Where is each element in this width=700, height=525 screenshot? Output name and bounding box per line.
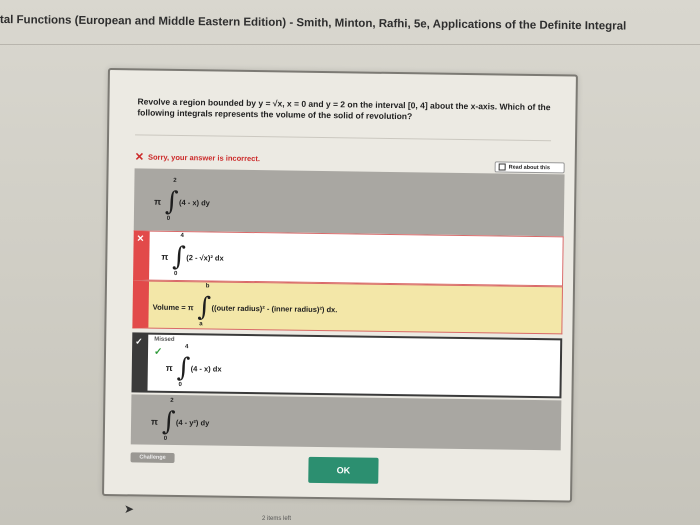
question-text: Revolve a region bounded by y = √x, x = … — [137, 96, 551, 122]
correct-mark-icon: ✓ — [135, 336, 143, 347]
challenge-button[interactable]: Challenge — [130, 452, 175, 463]
lower-limit: 0 — [163, 435, 168, 442]
question-card: Revolve a region bounded by y = √x, x = … — [102, 68, 578, 503]
volume-formula: Volume = π ∫ b a ((outer radius)² - (inn… — [152, 283, 338, 328]
items-left-count: 2 items left — [262, 516, 292, 522]
check-icon: ✓ — [153, 346, 163, 358]
read-about-this-button[interactable]: Read about this — [494, 161, 565, 174]
volume-prefix: Volume = π — [152, 302, 194, 312]
lower-limit: a — [199, 321, 203, 328]
feedback-text: Sorry, your answer is incorrect. — [147, 152, 261, 164]
integrand: (4 - x) dx — [190, 363, 222, 374]
ok-button[interactable]: OK — [308, 456, 379, 484]
integral-sign-icon: ∫ 4 0 — [176, 344, 191, 389]
integrand: (4 - y²) dy — [175, 417, 210, 427]
integral-expression: π ∫ 4 0 (4 - x) dx — [165, 344, 222, 389]
integral-expression: π ∫ 2 0 (4 - y²) dy — [150, 397, 210, 442]
upper-limit: 4 — [184, 344, 189, 351]
lower-limit: 0 — [173, 270, 178, 277]
answer-option-b-selected[interactable]: ✕ π ∫ 4 0 (2 - √x)² dx — [133, 230, 564, 287]
feedback-message: ✕ Sorry, your answer is incorrect. — [135, 150, 260, 165]
header-divider — [0, 44, 700, 45]
book-icon — [498, 163, 506, 171]
upper-limit: b — [205, 283, 210, 290]
pi-symbol: π — [150, 416, 159, 427]
upper-limit: 2 — [173, 177, 177, 184]
answer-option-a[interactable]: π ∫ 2 0 (4 - x) dy — [133, 168, 565, 237]
integral-sign-icon: ∫ 2 0 — [161, 397, 176, 442]
incorrect-x-icon: ✕ — [134, 151, 145, 164]
integral-sign-icon: ∫ 2 0 — [164, 177, 179, 222]
volume-formula-hint: Volume = π ∫ b a ((outer radius)² - (inn… — [132, 280, 563, 335]
question-divider — [135, 134, 552, 142]
volume-integrand: ((outer radius)² - (inner radius)²) dx. — [211, 302, 338, 314]
integral-sign-icon: ∫ b a — [197, 283, 212, 328]
pi-symbol: π — [161, 251, 169, 262]
answer-option-d[interactable]: π ∫ 2 0 (4 - y²) dy — [130, 394, 562, 451]
pi-symbol: π — [165, 362, 173, 373]
upper-limit: 2 — [170, 397, 174, 404]
lower-limit: 0 — [166, 215, 171, 222]
integral-expression: π ∫ 2 0 (4 - x) dy — [154, 177, 210, 222]
integral-expression: π ∫ 4 0 (2 - √x)² dx — [161, 233, 224, 277]
lower-limit: 0 — [178, 382, 182, 389]
integrand: (2 - √x)² dx — [186, 252, 224, 263]
missed-label: Missed — [154, 336, 175, 343]
incorrect-mark-icon: ✕ — [136, 233, 145, 244]
read-about-label: Read about this — [508, 164, 550, 171]
pi-symbol: π — [154, 196, 162, 207]
upper-limit: 4 — [180, 233, 184, 240]
page-title: tal Functions (European and Middle Easte… — [0, 14, 627, 33]
mouse-cursor-icon: ➤ — [124, 502, 135, 516]
integrand: (4 - x) dy — [178, 197, 210, 207]
integral-sign-icon: ∫ 4 0 — [172, 233, 187, 277]
answer-option-c-correct[interactable]: ✓ Missed ✓ π ∫ 4 0 (4 - x) dx — [131, 332, 563, 399]
